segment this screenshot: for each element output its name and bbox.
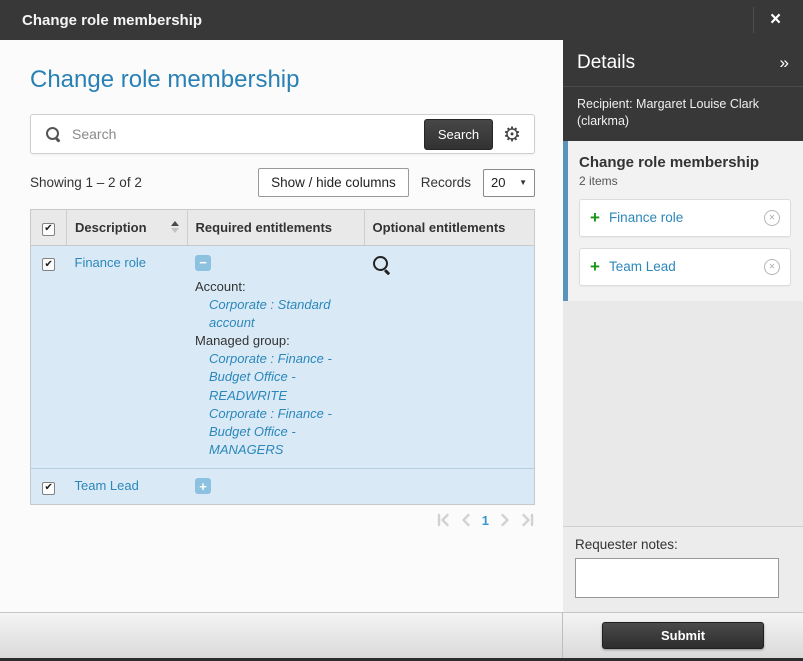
pagination: 1 <box>30 513 535 528</box>
sidebar-filler <box>563 301 803 526</box>
cart-item-finance-role[interactable]: Finance role <box>609 210 683 225</box>
table-row: ✔ Team Lead + <box>31 469 535 505</box>
add-icon: + <box>590 209 600 226</box>
entitlement-link[interactable]: Corporate : Finance - Budget Office - RE… <box>195 350 356 405</box>
page-title: Change role membership <box>30 66 535 94</box>
request-summary-panel: Change role membership 2 items + Finance… <box>563 141 803 301</box>
sidebar-footer: Submit <box>563 612 803 658</box>
entitlement-group-label: Managed group: <box>195 333 290 348</box>
row-checkbox[interactable]: ✔ <box>42 482 55 495</box>
table-header-row: ✔ Description Required entitlements Opti… <box>31 210 535 246</box>
expand-icon[interactable]: + <box>195 478 211 494</box>
requester-notes-label: Requester notes: <box>575 537 791 552</box>
chevron-down-icon: ▼ <box>519 178 527 187</box>
entitlement-group-label: Account: <box>195 279 246 294</box>
column-header-required-entitlements: Required entitlements <box>187 210 364 246</box>
role-link-team-lead[interactable]: Team Lead <box>75 478 139 493</box>
search-icon <box>45 126 62 143</box>
optional-entitlements-search-icon[interactable] <box>372 255 392 275</box>
showing-count: Showing 1 – 2 of 2 <box>30 175 142 190</box>
search-bar: Search ⚙ <box>30 114 535 154</box>
table-toolbar: Showing 1 – 2 of 2 Show / hide columns R… <box>30 168 535 197</box>
column-header-optional-entitlements: Optional entitlements <box>364 210 534 246</box>
close-icon[interactable]: × <box>753 7 797 33</box>
entitlement-link[interactable]: Corporate : Standard account <box>195 296 356 332</box>
table-row: ✔ Finance role − Account: Corporate : St… <box>31 245 535 469</box>
select-all-checkbox[interactable]: ✔ <box>42 223 55 236</box>
show-hide-columns-button[interactable]: Show / hide columns <box>258 168 409 197</box>
gear-icon[interactable]: ⚙ <box>503 124 521 144</box>
collapse-icon[interactable]: − <box>195 255 211 271</box>
records-per-page-select[interactable]: 20 ▼ <box>483 169 535 197</box>
entitlement-link[interactable]: Corporate : Finance - Budget Office - MA… <box>195 405 356 460</box>
records-value: 20 <box>491 175 505 190</box>
details-title: Details <box>577 52 780 74</box>
remove-item-icon[interactable]: ✕ <box>764 210 780 226</box>
previous-page-icon[interactable] <box>459 513 473 527</box>
last-page-icon[interactable] <box>521 513 535 527</box>
dialog-body: Change role membership Search ⚙ Showing … <box>0 40 803 658</box>
change-role-membership-dialog: Change role membership × Change role mem… <box>0 0 803 661</box>
next-page-icon[interactable] <box>498 513 512 527</box>
collapse-panel-icon[interactable]: » <box>780 53 789 73</box>
roles-table: ✔ Description Required entitlements Opti… <box>30 209 535 505</box>
dialog-title: Change role membership <box>0 12 753 29</box>
cart-item-team-lead[interactable]: Team Lead <box>609 259 676 274</box>
search-button[interactable]: Search <box>424 119 493 150</box>
role-link-finance-role[interactable]: Finance role <box>75 255 147 270</box>
requester-notes-field[interactable] <box>575 558 779 598</box>
list-item: + Team Lead ✕ <box>579 248 791 286</box>
main-content: Change role membership Search ⚙ Showing … <box>0 40 563 612</box>
current-page-number[interactable]: 1 <box>482 513 489 528</box>
remove-item-icon[interactable]: ✕ <box>764 259 780 275</box>
dialog-titlebar: Change role membership × <box>0 0 803 40</box>
main-panel: Change role membership Search ⚙ Showing … <box>0 40 563 658</box>
items-count: 2 items <box>579 174 791 188</box>
add-icon: + <box>590 258 600 275</box>
details-sidebar: Details » Recipient: Margaret Louise Cla… <box>563 40 803 658</box>
column-header-description: Description <box>75 220 147 235</box>
sort-ascending-icon[interactable] <box>171 221 179 233</box>
list-item: + Finance role ✕ <box>579 199 791 237</box>
entitlement-list: Account: Corporate : Standard account Ma… <box>195 278 356 460</box>
main-footer-strip <box>0 612 563 658</box>
requester-notes-section: Requester notes: <box>563 526 803 612</box>
request-summary-title: Change role membership <box>579 154 791 171</box>
first-page-icon[interactable] <box>436 513 450 527</box>
details-header: Details » <box>563 40 803 86</box>
submit-button[interactable]: Submit <box>602 622 764 649</box>
recipient-info: Recipient: Margaret Louise Clark (clarkm… <box>563 86 803 141</box>
toolbar-right: Show / hide columns Records 20 ▼ <box>258 168 535 197</box>
records-label: Records <box>421 175 471 190</box>
row-checkbox[interactable]: ✔ <box>42 258 55 271</box>
search-input[interactable] <box>72 126 424 142</box>
